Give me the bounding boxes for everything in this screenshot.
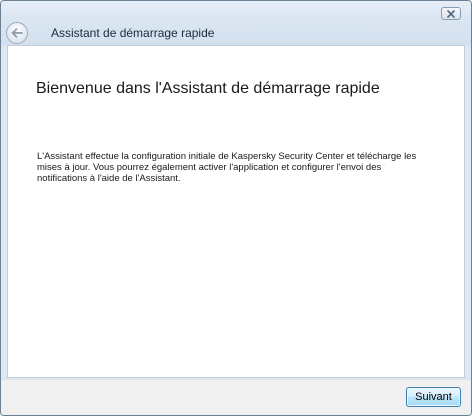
close-button[interactable] xyxy=(441,7,461,20)
wizard-content: Bienvenue dans l'Assistant de démarrage … xyxy=(7,45,465,378)
page-description: L'Assistant effectue la configuration in… xyxy=(37,151,417,184)
close-icon xyxy=(446,9,456,18)
wizard-footer: Suivant xyxy=(1,379,471,415)
wizard-window: Assistant de démarrage rapide Bienvenue … xyxy=(0,0,472,416)
page-heading: Bienvenue dans l'Assistant de démarrage … xyxy=(36,80,380,97)
back-arrow-icon xyxy=(11,28,23,38)
next-button[interactable]: Suivant xyxy=(406,387,461,407)
window-title: Assistant de démarrage rapide xyxy=(51,26,215,40)
title-bar: Assistant de démarrage rapide xyxy=(1,1,471,45)
back-button[interactable] xyxy=(6,22,28,44)
